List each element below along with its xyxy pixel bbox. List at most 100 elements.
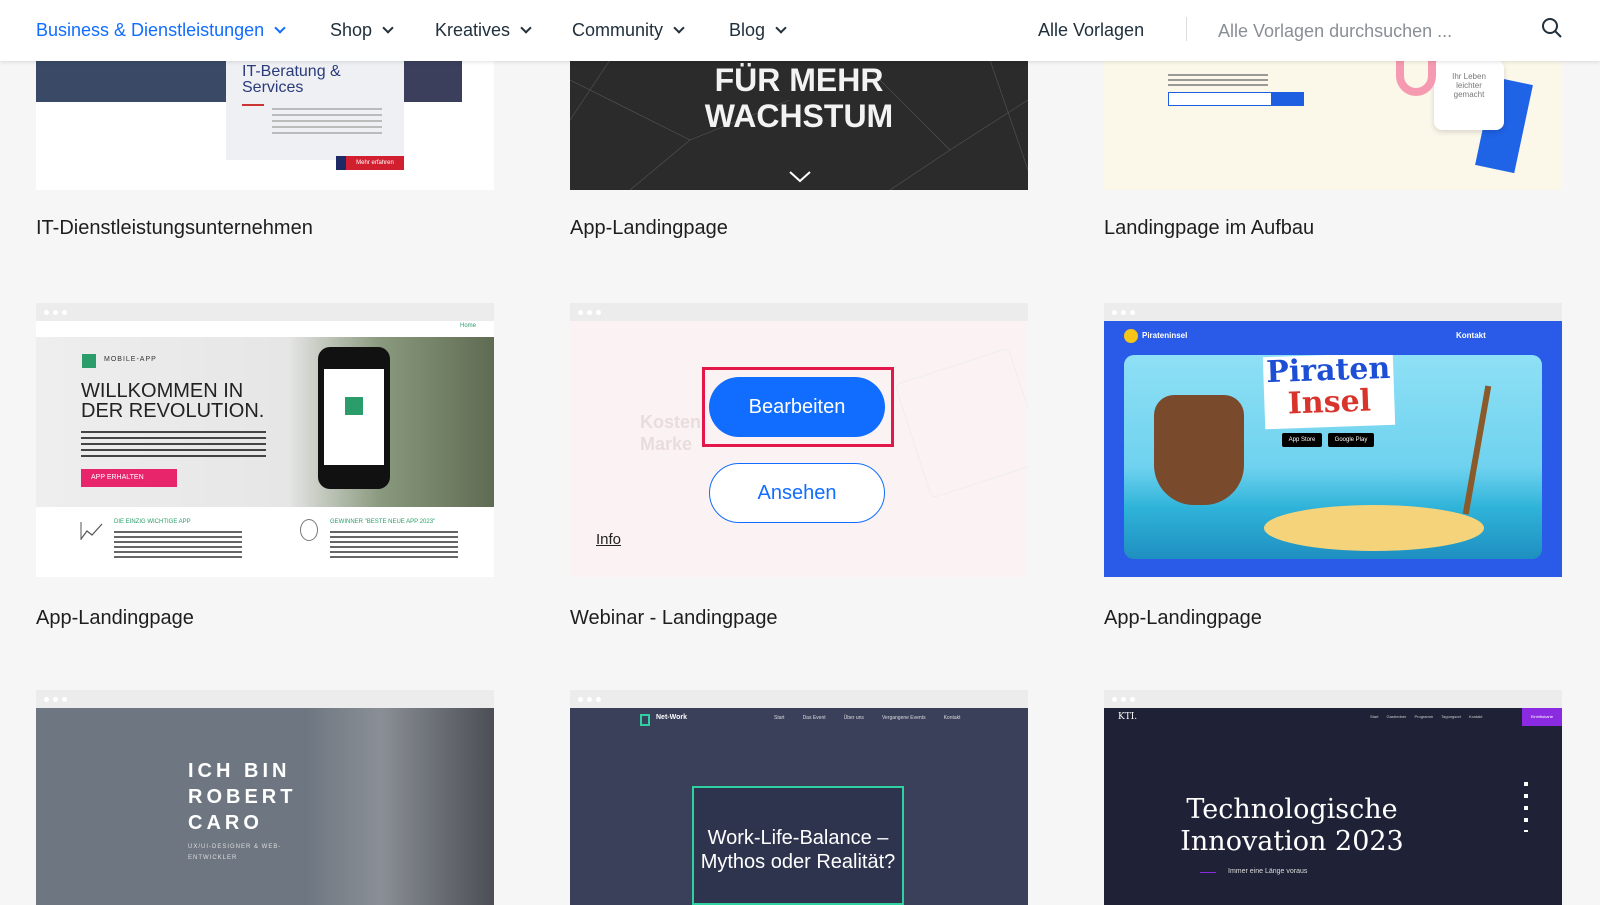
- pirate-logo-icon: [1124, 329, 1138, 343]
- template-card-app-2[interactable]: Home MOBILE-APP WILLKOMMEN IN DER REVOLU…: [36, 303, 494, 629]
- ship-image: [1154, 395, 1244, 505]
- browser-bar: [1104, 690, 1562, 708]
- thumb-nav: Start Das Event Über uns Vergangene Events K…: [774, 715, 961, 721]
- chevron-down-icon: [520, 22, 532, 34]
- nav-item-blog[interactable]: Blog: [729, 0, 787, 61]
- template-thumbnail[interactable]: ICH BIN ROBERT CARO UX/UI-DESIGNER & WEB…: [36, 690, 494, 905]
- thumb-panel: IT-Beratung & Services: [226, 60, 404, 160]
- thumb-heading-box: Work-Life-Balance – Mythos oder Realität…: [692, 786, 904, 905]
- portrait-image: [306, 708, 494, 905]
- search-input[interactable]: [1218, 15, 1518, 47]
- thumb-text: [330, 531, 458, 559]
- nav-item-kreatives[interactable]: Kreatives: [435, 0, 532, 61]
- template-card-it[interactable]: IT-Beratung & Services Mehr erfahren IT-…: [36, 60, 494, 239]
- nav-item-community[interactable]: Community: [572, 0, 685, 61]
- template-thumbnail[interactable]: Pirateninsel Kontakt Piraten Insel App S…: [1104, 303, 1562, 577]
- thumb-nav-item: Das Event: [802, 715, 826, 721]
- browser-bar: [36, 303, 494, 321]
- thumb-heading: ICH BIN ROBERT CARO: [188, 760, 297, 834]
- template-thumbnail[interactable]: Ihr Leben leichter gemacht: [1104, 60, 1562, 190]
- template-card-construction[interactable]: Ihr Leben leichter gemacht Landingpage i…: [1104, 60, 1562, 239]
- template-thumbnail[interactable]: KTI. Start Gastredner Programm Tagungsort Ko…: [1104, 690, 1562, 905]
- info-link[interactable]: Info: [596, 531, 621, 548]
- template-title[interactable]: IT-Dienstleistungsunternehmen: [36, 217, 313, 240]
- title-banner: Piraten Insel: [1262, 355, 1396, 430]
- template-card-network[interactable]: Net-Work Start Das Event Über uns Vergangen…: [570, 690, 1028, 905]
- thumb-divider: [242, 104, 264, 106]
- thumb-brand: KTI.: [1118, 712, 1138, 722]
- template-thumbnail[interactable]: Kosten Marke Bearbeiten Ansehen Info: [570, 303, 1028, 577]
- thumb-col-heading: DIE EINZIG WICHTIGE APP: [114, 519, 191, 525]
- nav-item-business[interactable]: Business & Dienstleistungen: [36, 0, 286, 61]
- template-thumbnail[interactable]: FÜR MEHR WACHSTUM: [570, 60, 1028, 190]
- template-thumbnail[interactable]: IT-Beratung & Services Mehr erfahren: [36, 60, 494, 190]
- chevron-down-icon: [382, 22, 394, 34]
- template-card-conference[interactable]: KTI. Start Gastredner Programm Tagungsort Ko…: [1104, 690, 1562, 905]
- nav-label: Kreatives: [435, 20, 511, 40]
- browser-bar: [570, 690, 1028, 708]
- thumb-col-heading: GEWINNER "BESTE NEUE APP 2023": [330, 519, 436, 525]
- template-thumbnail[interactable]: Net-Work Start Das Event Über uns Vergangen…: [570, 690, 1028, 905]
- thumb-shape: [1396, 60, 1436, 96]
- chevron-down-icon: [274, 22, 286, 34]
- template-title[interactable]: App-Landingpage: [36, 607, 194, 630]
- nav-divider: [1186, 17, 1187, 41]
- thumb-button: Mehr erfahren: [346, 156, 404, 170]
- template-title[interactable]: Landingpage im Aufbau: [1104, 217, 1314, 240]
- chevron-down-icon: [673, 22, 685, 34]
- nav-label: Community: [572, 20, 664, 40]
- thumb-nav-item: Kontakt: [943, 715, 961, 721]
- thumb-text: [114, 531, 242, 559]
- thumb-note: Ihr Leben leichter gemacht: [1434, 60, 1504, 130]
- social-icons: [1524, 782, 1528, 832]
- browser-bar: [1104, 303, 1562, 321]
- nav-label: Blog: [729, 20, 766, 40]
- browser-bar: [570, 303, 1028, 321]
- award-icon: [300, 519, 318, 541]
- template-title[interactable]: App-Landingpage: [570, 217, 728, 240]
- pirate-scene: Piraten Insel App Store Google Play: [1124, 355, 1542, 559]
- thumb-nav-item: Start: [774, 715, 785, 721]
- app-store-badge: App Store: [1282, 433, 1322, 447]
- all-templates-link[interactable]: Alle Vorlagen: [1038, 0, 1144, 61]
- thumb-button-icon: [336, 156, 346, 170]
- edit-button[interactable]: Bearbeiten: [709, 377, 885, 437]
- thumb-divider: [1200, 872, 1216, 873]
- template-thumbnail[interactable]: Home MOBILE-APP WILLKOMMEN IN DER REVOLU…: [36, 303, 494, 577]
- view-button[interactable]: Ansehen: [709, 463, 885, 523]
- thumb-heading: WILLKOMMEN IN DER REVOLUTION.: [81, 380, 265, 422]
- thumb-nav-item: Gastredner: [1386, 714, 1407, 719]
- template-title[interactable]: Webinar - Landingpage: [570, 607, 778, 630]
- top-navigation: Business & Dienstleistungen Shop Kreativ…: [0, 0, 1600, 61]
- thumb-brand: Pirateninsel: [1142, 331, 1188, 340]
- thumb-tag: MOBILE-APP: [104, 356, 157, 363]
- thumb-text: [272, 108, 382, 138]
- palm-tree: [1462, 385, 1492, 515]
- template-title[interactable]: App-Landingpage: [1104, 607, 1262, 630]
- phone-image: [318, 347, 390, 489]
- thumb-text: [1168, 74, 1268, 88]
- template-card-app-1[interactable]: FÜR MEHR WACHSTUM App-Landingpage: [570, 60, 1028, 239]
- city-image: [36, 60, 228, 102]
- thumb-text: [81, 431, 266, 459]
- thumb-heading: Technologische Innovation 2023: [1180, 794, 1404, 857]
- thumb-sub: Immer eine Länge voraus: [1228, 868, 1308, 875]
- nav-item-shop[interactable]: Shop: [330, 0, 394, 61]
- thumb-submit: [1272, 92, 1304, 106]
- thumb-button: APP ERHALTEN: [81, 469, 177, 487]
- thumb-nav: Kontakt: [1456, 331, 1486, 340]
- thumb-sub: UX/UI-DESIGNER & WEB-ENTWICKLER: [188, 844, 282, 861]
- template-card-pirate[interactable]: Pirateninsel Kontakt Piraten Insel App S…: [1104, 303, 1562, 629]
- search-icon[interactable]: [1541, 17, 1563, 39]
- template-card-webinar[interactable]: Kosten Marke Bearbeiten Ansehen Info Web…: [570, 303, 1028, 629]
- app-logo-icon: [82, 354, 96, 368]
- thumb-brand: Net-Work: [656, 714, 687, 721]
- chart-icon: [80, 522, 103, 540]
- template-card-portfolio[interactable]: ICH BIN ROBERT CARO UX/UI-DESIGNER & WEB…: [36, 690, 494, 905]
- nav-label: Shop: [330, 20, 373, 40]
- app-logo-icon: [345, 397, 363, 415]
- chevron-down-icon: [775, 22, 787, 34]
- city-image: [404, 60, 462, 102]
- thumb-nav-item: Über uns: [843, 715, 864, 721]
- browser-bar: [36, 690, 494, 708]
